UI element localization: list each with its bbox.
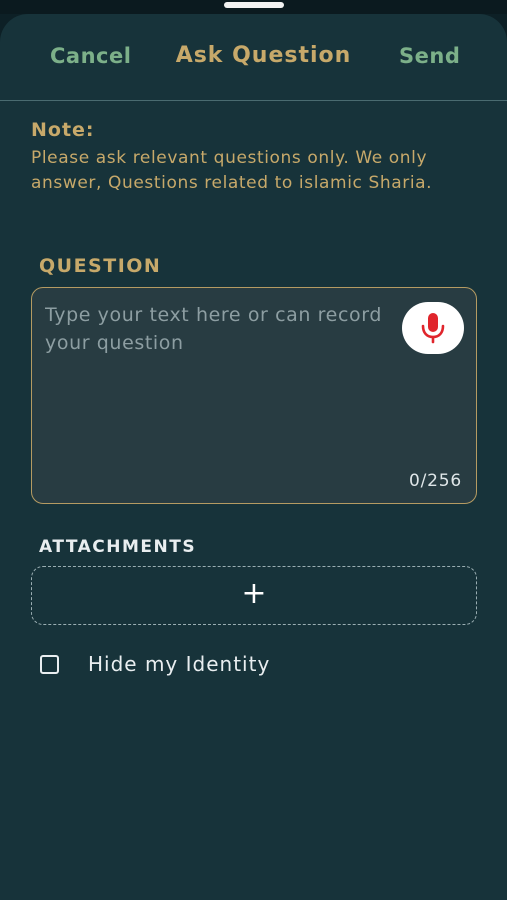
note-text: Please ask relevant questions only. We o… [31,148,433,193]
question-label: QUESTION [39,255,162,277]
question-input[interactable] [45,301,395,451]
header-bar: Cancel Ask Question Send [0,14,507,101]
question-box: 0/256 [31,287,477,504]
plus-icon: + [241,576,267,611]
send-button[interactable]: Send [399,44,460,68]
home-indicator [224,2,284,8]
ask-question-sheet: Cancel Ask Question Send Note: Please as… [0,14,507,900]
status-strip [0,0,507,14]
add-attachment-button[interactable]: + [31,566,477,625]
microphone-icon [421,313,445,344]
note-title: Note: [31,119,95,141]
attachments-label: ATTACHMENTS [39,537,197,557]
record-button[interactable] [402,302,464,354]
character-counter: 0/256 [409,471,462,491]
hide-identity-checkbox[interactable] [40,655,59,674]
hide-identity-label: Hide my Identity [88,652,271,676]
